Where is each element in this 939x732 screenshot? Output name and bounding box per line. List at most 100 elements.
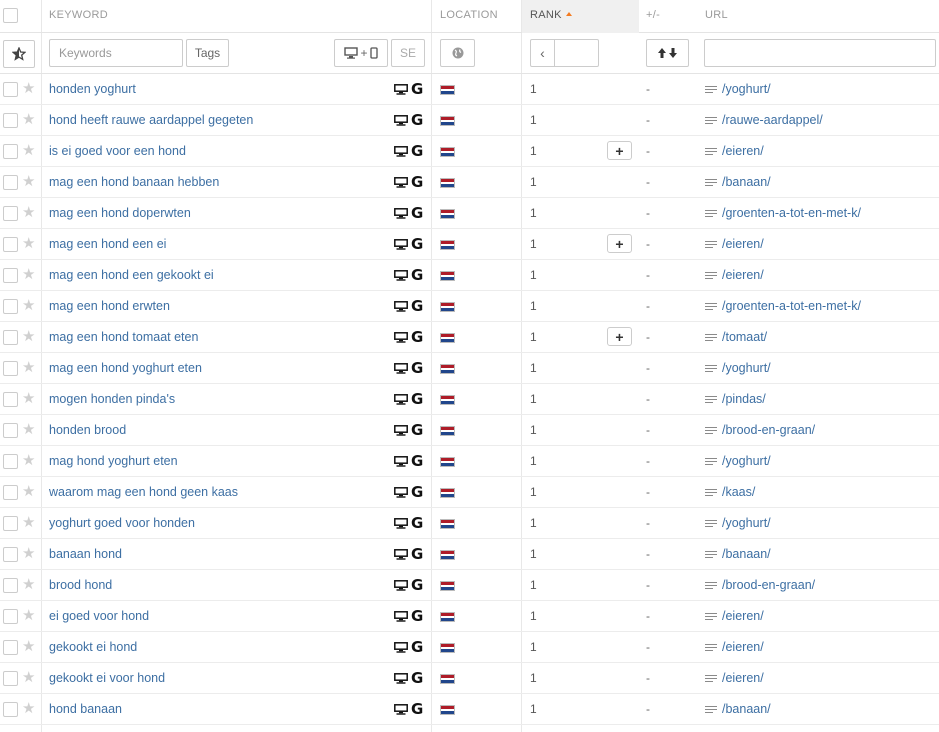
star-icon[interactable]: ★ — [22, 174, 35, 190]
keyword-link[interactable]: gekookt ei hond — [49, 632, 137, 663]
row-checkbox[interactable] — [3, 144, 18, 159]
keyword-link[interactable]: mogen honden pinda's — [49, 384, 175, 415]
select-all-checkbox[interactable] — [3, 8, 18, 23]
url-link[interactable]: /eieren/ — [722, 601, 764, 632]
star-icon[interactable]: ★ — [22, 391, 35, 407]
row-checkbox[interactable] — [3, 485, 18, 500]
url-link[interactable]: /banaan/ — [722, 694, 771, 725]
keyword-column-header[interactable]: KEYWORD — [49, 0, 108, 33]
keyword-link[interactable]: is ei goed voor een hond — [49, 136, 186, 167]
star-icon[interactable]: ★ — [22, 484, 35, 500]
row-checkbox[interactable] — [3, 671, 18, 686]
star-icon[interactable]: ★ — [22, 422, 35, 438]
star-icon[interactable]: ★ — [22, 515, 35, 531]
star-icon[interactable]: ★ — [22, 329, 35, 345]
star-icon[interactable]: ★ — [22, 577, 35, 593]
rank-filter-group[interactable]: ‹ — [530, 39, 599, 67]
keyword-link[interactable]: mag hond yoghurt eten — [49, 446, 178, 477]
keyword-link[interactable]: mag een hond doperwten — [49, 198, 191, 229]
row-checkbox[interactable] — [3, 361, 18, 376]
star-icon[interactable]: ★ — [22, 267, 35, 283]
url-link[interactable]: /brood-en-graan/ — [722, 570, 815, 601]
star-icon[interactable]: ★ — [22, 112, 35, 128]
keyword-link[interactable]: honden yoghurt — [49, 74, 136, 105]
star-icon[interactable]: ★ — [22, 546, 35, 562]
url-column-header[interactable]: URL — [705, 0, 728, 33]
url-link[interactable]: /eieren/ — [722, 229, 764, 260]
diff-sort-button[interactable] — [646, 39, 689, 67]
add-note-button[interactable]: + — [607, 327, 632, 346]
url-link[interactable]: /kaas/ — [722, 477, 755, 508]
keywords-filter-input[interactable]: Keywords — [49, 39, 183, 67]
row-checkbox[interactable] — [3, 82, 18, 97]
row-checkbox[interactable] — [3, 516, 18, 531]
row-checkbox[interactable] — [3, 113, 18, 128]
keyword-link[interactable]: mag een hond banaan hebben — [49, 167, 219, 198]
row-checkbox[interactable] — [3, 330, 18, 345]
star-icon[interactable]: ★ — [22, 236, 35, 252]
url-link[interactable]: /banaan/ — [722, 539, 771, 570]
url-link[interactable]: /yoghurt/ — [722, 446, 771, 477]
keyword-link[interactable]: yoghurt goed voor honden — [49, 508, 195, 539]
url-filter-input[interactable] — [704, 39, 936, 67]
row-checkbox[interactable] — [3, 609, 18, 624]
star-icon[interactable]: ★ — [22, 453, 35, 469]
url-link[interactable]: /yoghurt/ — [722, 74, 771, 105]
add-note-button[interactable]: + — [607, 141, 632, 160]
row-checkbox[interactable] — [3, 392, 18, 407]
keyword-link[interactable]: mag een hond yoghurt eten — [49, 353, 202, 384]
keyword-link[interactable]: mag een hond tomaat eten — [49, 322, 198, 353]
keyword-link[interactable]: hond banaan — [49, 694, 122, 725]
device-filter-button[interactable]: + — [334, 39, 388, 67]
row-checkbox[interactable] — [3, 423, 18, 438]
row-checkbox[interactable] — [3, 454, 18, 469]
url-link[interactable]: /yoghurt/ — [722, 353, 771, 384]
url-link[interactable]: /eieren/ — [722, 632, 764, 663]
keyword-link[interactable]: gekookt ei voor hond — [49, 663, 165, 694]
location-filter-button[interactable] — [440, 39, 475, 67]
star-icon[interactable]: ★ — [22, 298, 35, 314]
url-link[interactable]: /rauwe-aardappel/ — [722, 105, 823, 136]
url-link[interactable]: /tomaat/ — [722, 322, 767, 353]
url-link[interactable]: /banaan/ — [722, 167, 771, 198]
keyword-link[interactable]: ei goed voor hond — [49, 601, 149, 632]
url-link[interactable]: /groenten-a-tot-en-met-k/ — [722, 291, 861, 322]
starred-filter-button[interactable] — [3, 40, 35, 68]
row-checkbox[interactable] — [3, 268, 18, 283]
star-icon[interactable]: ★ — [22, 360, 35, 376]
url-link[interactable]: /yoghurt/ — [722, 508, 771, 539]
url-link[interactable]: /eieren/ — [722, 260, 764, 291]
rank-operator-button[interactable]: ‹ — [531, 40, 555, 66]
url-link[interactable]: /eieren/ — [722, 136, 764, 167]
keyword-link[interactable]: mag een hond erwten — [49, 291, 170, 322]
url-link[interactable]: /eieren/ — [722, 663, 764, 694]
url-link[interactable]: /groenten-a-tot-en-met-k/ — [722, 198, 861, 229]
star-icon[interactable]: ★ — [22, 701, 35, 717]
star-icon[interactable]: ★ — [22, 205, 35, 221]
star-icon[interactable]: ★ — [22, 608, 35, 624]
keyword-link[interactable]: brood hond — [49, 570, 112, 601]
keyword-link[interactable]: banaan hond — [49, 539, 122, 570]
row-checkbox[interactable] — [3, 547, 18, 562]
row-checkbox[interactable] — [3, 237, 18, 252]
row-checkbox[interactable] — [3, 206, 18, 221]
row-checkbox[interactable] — [3, 175, 18, 190]
row-checkbox[interactable] — [3, 702, 18, 717]
url-link[interactable]: /pindas/ — [722, 384, 766, 415]
star-icon[interactable]: ★ — [22, 81, 35, 97]
star-icon[interactable]: ★ — [22, 639, 35, 655]
star-icon[interactable]: ★ — [22, 670, 35, 686]
tags-filter-button[interactable]: Tags — [186, 39, 229, 67]
keyword-link[interactable]: mag een hond een gekookt ei — [49, 260, 214, 291]
keyword-link[interactable]: honden brood — [49, 415, 126, 446]
rank-column-header[interactable]: RANK — [522, 0, 639, 33]
location-column-header[interactable]: LOCATION — [440, 0, 498, 33]
row-checkbox[interactable] — [3, 578, 18, 593]
add-note-button[interactable]: + — [607, 234, 632, 253]
keyword-link[interactable]: hond heeft rauwe aardappel gegeten — [49, 105, 253, 136]
row-checkbox[interactable] — [3, 299, 18, 314]
url-link[interactable]: /brood-en-graan/ — [722, 415, 815, 446]
search-engine-filter-button[interactable]: SE — [391, 39, 425, 67]
keyword-link[interactable]: mag een hond een ei — [49, 229, 166, 260]
keyword-link[interactable]: waarom mag een hond geen kaas — [49, 477, 238, 508]
